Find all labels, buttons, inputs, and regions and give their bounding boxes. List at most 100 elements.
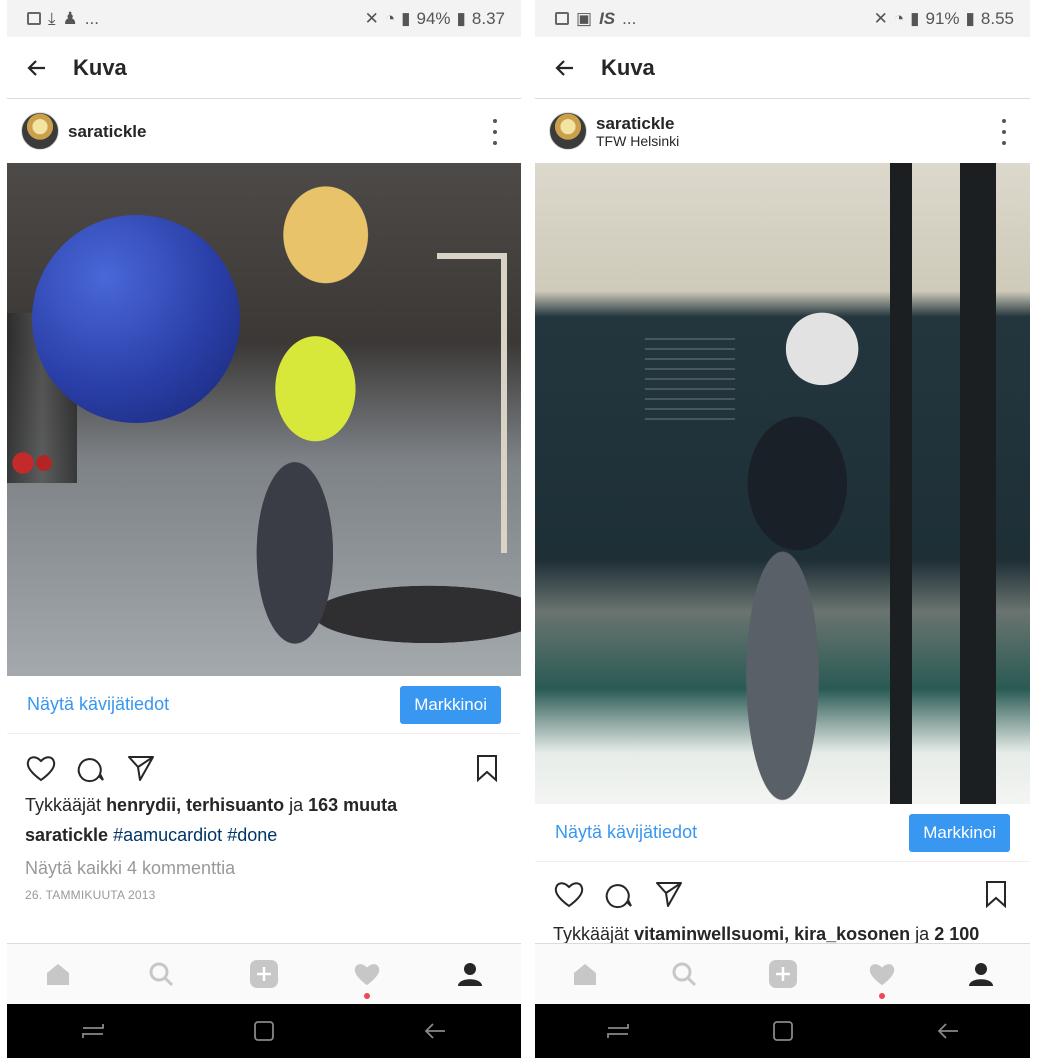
clock: 8.55 xyxy=(980,8,1014,28)
hashtag[interactable]: #done xyxy=(227,825,277,845)
battery-level: 91% xyxy=(925,8,960,28)
back-icon[interactable] xyxy=(923,1006,973,1056)
more-options-icon[interactable] xyxy=(485,119,505,145)
status-icons-left: ⤓ ♟ ... xyxy=(27,9,99,29)
add-icon[interactable] xyxy=(758,949,808,999)
mute-icon: ✕ xyxy=(873,8,888,28)
post-author: saratickle TFW Helsinki xyxy=(596,114,679,149)
bottom-tab-bar xyxy=(7,943,521,1004)
notification-dot xyxy=(878,993,885,999)
more-notifications: ... xyxy=(622,8,637,28)
mute-icon: ✕ xyxy=(364,8,379,28)
post-header: saratickle xyxy=(7,99,521,163)
notification-dot xyxy=(363,993,370,999)
insights-bar: Näytä kävijätiedot Markkinoi xyxy=(535,804,1030,862)
more-options-icon[interactable] xyxy=(994,119,1014,145)
back-arrow-icon[interactable] xyxy=(7,37,67,99)
clock: 8.37 xyxy=(471,8,505,28)
likes-join: ja xyxy=(915,924,930,944)
caption-username[interactable]: saratickle xyxy=(25,825,108,845)
recents-icon[interactable] xyxy=(68,1006,118,1056)
back-icon[interactable] xyxy=(410,1006,460,1056)
likes-others[interactable]: 163 muuta xyxy=(308,795,397,815)
back-arrow-icon[interactable] xyxy=(535,37,595,99)
gallery-icon xyxy=(27,12,41,25)
heart-icon[interactable] xyxy=(551,876,587,912)
wifi-icon: ◔ xyxy=(893,8,905,28)
insights-bar: Näytä kävijätiedot Markkinoi xyxy=(7,676,521,734)
likes-join: ja xyxy=(289,795,304,815)
gallery-icon xyxy=(555,12,569,25)
status-icons-right: ✕ ◔ ▮ 91% ▮ 8.55 xyxy=(874,9,1014,29)
comment-icon[interactable] xyxy=(601,876,637,912)
likes-others[interactable]: 2 100 xyxy=(934,924,979,944)
promote-button[interactable]: Markkinoi xyxy=(400,685,501,724)
comment-icon[interactable] xyxy=(73,750,109,786)
profile-icon[interactable] xyxy=(445,949,495,999)
avatar[interactable] xyxy=(21,112,59,150)
chalkboard xyxy=(645,338,735,428)
barbell-stand xyxy=(437,253,507,553)
view-insights-link[interactable]: Näytä kävijätiedot xyxy=(555,822,697,843)
dumbbells xyxy=(11,443,71,483)
notification-icon: ♟ xyxy=(62,8,78,28)
likers[interactable]: vitaminwellsuomi, kira_kosonen xyxy=(634,924,910,944)
home-button-icon[interactable] xyxy=(758,1006,808,1056)
view-insights-link[interactable]: Näytä kävijätiedot xyxy=(27,694,169,715)
avatar[interactable] xyxy=(549,112,587,150)
page-title: Kuva xyxy=(601,54,655,80)
heart-icon[interactable] xyxy=(23,750,59,786)
app-bar: Kuva xyxy=(535,37,1030,99)
likes-prefix: Tykkääjät xyxy=(553,924,630,944)
profile-icon[interactable] xyxy=(956,949,1006,999)
post-header: saratickle TFW Helsinki xyxy=(535,99,1030,163)
signal-icon: ▮ xyxy=(401,8,411,28)
download-icon: ⤓ xyxy=(48,8,56,28)
status-bar: ▣ IS ... ✕ ◔ ▮ 91% ▮ 8.55 xyxy=(535,0,1030,37)
page-title: Kuva xyxy=(73,54,127,80)
status-bar: ⤓ ♟ ... ✕ ◔ ▮ 94% ▮ 8.37 xyxy=(7,0,521,37)
search-icon[interactable] xyxy=(659,949,709,999)
post-photo[interactable] xyxy=(7,163,521,676)
hashtag[interactable]: #aamucardiot xyxy=(113,825,222,845)
likes-summary: Tykkääjät vitaminwellsuomi, kira_kosonen… xyxy=(553,924,979,945)
search-icon[interactable] xyxy=(136,949,186,999)
status-icons-left: ▣ IS ... xyxy=(555,9,636,29)
exercise-ball xyxy=(32,215,240,423)
promote-button[interactable]: Markkinoi xyxy=(909,813,1010,852)
app-bar: Kuva xyxy=(7,37,521,99)
home-button-icon[interactable] xyxy=(239,1006,289,1056)
bottom-tab-bar xyxy=(535,943,1030,1004)
rack-pole xyxy=(890,163,912,804)
post-author: saratickle xyxy=(68,122,146,141)
battery-icon: ▮ xyxy=(456,8,466,28)
post-photo[interactable] xyxy=(535,163,1030,804)
home-icon[interactable] xyxy=(33,949,83,999)
rack-pole xyxy=(960,163,996,804)
post-actions xyxy=(535,869,1030,919)
post-date: 26. TAMMIKUUTA 2013 xyxy=(25,888,156,902)
username[interactable]: saratickle xyxy=(596,114,679,133)
share-icon[interactable] xyxy=(123,750,159,786)
system-nav-bar xyxy=(7,1004,521,1058)
battery-level: 94% xyxy=(416,8,451,28)
status-icons-right: ✕ ◔ ▮ 94% ▮ 8.37 xyxy=(365,9,505,29)
bookmark-icon[interactable] xyxy=(978,876,1014,912)
phone-screen-right: ▣ IS ... ✕ ◔ ▮ 91% ▮ 8.55 Kuva saratickl… xyxy=(535,0,1030,1058)
likers[interactable]: henrydii, terhisuanto xyxy=(106,795,284,815)
wifi-icon: ◔ xyxy=(384,8,396,28)
more-notifications: ... xyxy=(84,8,99,28)
bookmark-icon[interactable] xyxy=(469,750,505,786)
signal-icon: ▮ xyxy=(910,8,920,28)
home-icon[interactable] xyxy=(560,949,610,999)
add-icon[interactable] xyxy=(239,949,289,999)
activity-icon[interactable] xyxy=(857,949,907,999)
recents-icon[interactable] xyxy=(593,1006,643,1056)
share-icon[interactable] xyxy=(651,876,687,912)
flipboard-icon: ▣ xyxy=(576,8,593,28)
likes-prefix: Tykkääjät xyxy=(25,795,102,815)
view-comments-link[interactable]: Näytä kaikki 4 kommenttia xyxy=(25,858,235,879)
username[interactable]: saratickle xyxy=(68,122,146,141)
activity-icon[interactable] xyxy=(342,949,392,999)
location[interactable]: TFW Helsinki xyxy=(596,133,679,149)
